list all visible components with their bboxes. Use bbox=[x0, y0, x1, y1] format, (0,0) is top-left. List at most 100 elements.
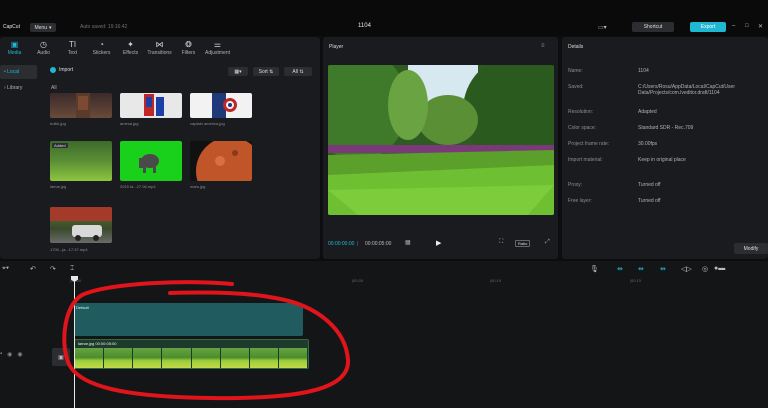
video-preview[interactable] bbox=[328, 65, 554, 215]
film-frame bbox=[75, 348, 105, 368]
film-frame bbox=[104, 348, 134, 368]
media-thumbnail[interactable] bbox=[120, 141, 182, 181]
timeline-ruler: |00:00 |00:05 |00:10 |00:15 bbox=[70, 278, 768, 286]
detail-value: Keep in original place bbox=[638, 157, 686, 163]
media-panel: ▣ Media ◷ Audio TI Text ◔ Stickers ✦ Effects … bbox=[0, 37, 320, 259]
app-brand: CapCut bbox=[3, 24, 20, 30]
tick-label: |00:05 bbox=[352, 278, 364, 283]
detail-value: C:/Users/Rosu/AppData/Local/CapCut/User … bbox=[638, 84, 735, 96]
text-clip[interactable]: Default bbox=[74, 303, 303, 336]
tab-adjustment[interactable]: ⚌ Adjustment bbox=[203, 37, 232, 59]
microphone-icon[interactable]: 🎙 bbox=[590, 265, 599, 273]
elephant-image bbox=[139, 154, 159, 173]
video-clip-label: lamar.jpg 00:00:05:00 bbox=[78, 341, 117, 346]
section-label: All bbox=[51, 85, 57, 91]
media-thumbnail[interactable] bbox=[120, 93, 182, 118]
film-frame bbox=[133, 348, 163, 368]
redo-icon[interactable]: ↷ bbox=[50, 265, 56, 273]
media-icon: ▣ bbox=[10, 39, 19, 49]
link-clip-icon[interactable]: ⇹ bbox=[638, 265, 644, 273]
video-clip[interactable]: lamar.jpg 00:00:05:00 bbox=[74, 339, 309, 369]
media-thumbnail[interactable] bbox=[190, 93, 252, 118]
split-icon[interactable]: ⌶ bbox=[70, 265, 74, 273]
link-main-track-icon[interactable]: ⇹ bbox=[617, 265, 623, 273]
tick-label: |00:10 bbox=[490, 278, 502, 283]
tab-media[interactable]: ▣ Media bbox=[0, 37, 29, 59]
media-thumbnail[interactable] bbox=[50, 93, 112, 118]
ratio-button[interactable]: Ratio bbox=[515, 240, 531, 247]
detail-value: Turned off bbox=[638, 198, 661, 204]
detail-label: Proxy: bbox=[568, 182, 583, 188]
mute-icon[interactable]: ◉ bbox=[17, 351, 22, 358]
zoom-icon[interactable]: ◎ bbox=[702, 265, 708, 273]
snap-icon[interactable]: ⇹ bbox=[660, 265, 666, 273]
thumbnail-caption: ameca.jpg bbox=[120, 121, 139, 126]
filter-label: All bbox=[292, 68, 298, 75]
close-icon[interactable]: ✕ bbox=[758, 23, 763, 30]
film-frame bbox=[278, 348, 308, 368]
detail-label: Import material: bbox=[568, 157, 603, 163]
minimize-icon[interactable]: – bbox=[732, 23, 735, 29]
film-frame bbox=[220, 348, 250, 368]
tab-transitions[interactable]: ⋈ Transitions bbox=[145, 37, 174, 59]
media-thumbnail[interactable] bbox=[190, 141, 252, 181]
playhead[interactable] bbox=[74, 277, 75, 408]
import-button[interactable]: Import bbox=[50, 67, 73, 73]
split-audio-icon[interactable]: ◁▷ bbox=[681, 265, 692, 273]
menu-button[interactable]: Menu ▾ bbox=[30, 23, 56, 32]
tab-audio[interactable]: ◷ Audio bbox=[29, 37, 58, 59]
hamburger-icon[interactable]: ≡ bbox=[541, 43, 545, 49]
tab-label: Filters bbox=[181, 49, 196, 56]
select-cursor-icon[interactable]: ⌖▾ bbox=[2, 265, 9, 273]
sort-button[interactable]: Sort ⇅ bbox=[253, 67, 279, 76]
captain-america-image bbox=[212, 93, 237, 118]
tab-text[interactable]: TI Text bbox=[58, 37, 87, 59]
lock-icon[interactable]: ▪ bbox=[0, 351, 2, 358]
detail-value: Adapted bbox=[638, 109, 657, 115]
audio-icon: ◷ bbox=[40, 39, 47, 49]
tab-label: Adjustment bbox=[204, 49, 230, 56]
image-icon: ▣ bbox=[58, 354, 64, 361]
zoom-slider[interactable]: ●▬ bbox=[714, 265, 725, 272]
film-frame bbox=[191, 348, 221, 368]
fit-icon[interactable]: ⛶ bbox=[499, 239, 503, 246]
project-title: 1104 bbox=[358, 23, 371, 29]
detail-label: Resolution: bbox=[568, 109, 594, 115]
detail-value: Turned off bbox=[638, 182, 661, 188]
filters-icon: ❂ bbox=[185, 39, 192, 49]
film-frame bbox=[249, 348, 279, 368]
media-thumbnail[interactable] bbox=[50, 207, 112, 243]
eye-icon[interactable]: ◉ bbox=[7, 351, 12, 358]
shortcut-button[interactable]: Shortcut bbox=[632, 22, 674, 32]
fullscreen-icon[interactable]: ⤢ bbox=[545, 239, 550, 246]
tab-effects[interactable]: ✦ Effects bbox=[116, 37, 145, 59]
adjustment-icon: ⚌ bbox=[213, 39, 222, 49]
mars-image bbox=[196, 141, 252, 181]
grid-icon[interactable]: ▦ bbox=[405, 239, 411, 246]
media-thumbnail[interactable]: Added bbox=[50, 141, 112, 181]
export-button[interactable]: Export bbox=[690, 22, 726, 32]
tick-label: |00:15 bbox=[630, 278, 642, 283]
tab-filters[interactable]: ❂ Filters bbox=[174, 37, 203, 59]
text-clip-label: Default bbox=[76, 305, 89, 310]
cover-button[interactable]: ▣ bbox=[52, 348, 70, 366]
undo-icon[interactable]: ↶ bbox=[30, 265, 36, 273]
media-tabs: ▣ Media ◷ Audio TI Text ◔ Stickers ✦ Effects … bbox=[0, 37, 320, 59]
maximize-icon[interactable]: □ bbox=[745, 23, 749, 29]
modify-button[interactable]: Modify bbox=[734, 243, 768, 254]
side-item-local[interactable]: • Local bbox=[0, 65, 37, 79]
import-icon bbox=[50, 67, 56, 73]
menu-label: Menu bbox=[34, 24, 47, 31]
view-mode-icon[interactable]: ▦▾ bbox=[228, 67, 248, 76]
play-icon[interactable]: ▶ bbox=[436, 239, 441, 247]
layout-icon[interactable]: ▭▾ bbox=[598, 24, 612, 31]
export-label: Export bbox=[700, 24, 716, 30]
tab-stickers[interactable]: ◔ Stickers bbox=[87, 37, 116, 59]
time-separator: | bbox=[357, 241, 359, 247]
side-item-library[interactable]: › Library bbox=[0, 81, 40, 95]
filter-button[interactable]: All ⇅ bbox=[284, 67, 312, 76]
current-time: 00:00:00:00 bbox=[328, 241, 355, 247]
tab-label: Text bbox=[67, 49, 78, 56]
added-badge: Added bbox=[52, 143, 68, 148]
detail-label: Color space: bbox=[568, 125, 597, 131]
